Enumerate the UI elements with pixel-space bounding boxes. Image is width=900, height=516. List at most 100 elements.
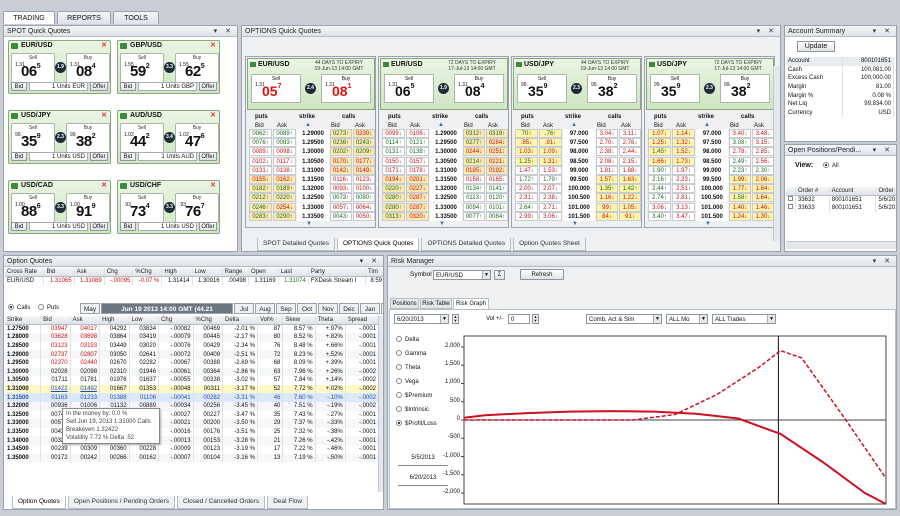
date-spinner[interactable]: ▲ ▼ — [452, 314, 459, 324]
greek-radio[interactable]: Delta — [396, 336, 419, 343]
quote-cell[interactable]: 0251↓ — [486, 147, 508, 157]
option-chain-row[interactable]: 1.30500 01711 01781 01976 01637 -.00055 00338-… — [5, 376, 380, 385]
chain-col-header[interactable]: Bid — [40, 316, 71, 326]
quote-cell[interactable]: 0050↓ — [353, 211, 375, 221]
quote-cell[interactable]: 0134↑ — [463, 184, 485, 194]
quote-cell[interactable]: 0189↑ — [273, 184, 296, 194]
buy-quote[interactable]: Buy .93 767 — [175, 193, 219, 223]
quote-cell[interactable]: 0155↓ — [249, 174, 272, 184]
quote-cell[interactable]: 2.70↓ — [596, 138, 618, 148]
panel-controls[interactable]: ▾ ✕ — [873, 256, 893, 267]
arrow-down-icon[interactable]: ▼ — [572, 221, 578, 227]
quote-cell[interactable]: 0214↑ — [463, 156, 485, 166]
quote-cell[interactable]: 2.44↑ — [648, 184, 671, 194]
quote-cell[interactable]: 1.16↓ — [596, 193, 618, 203]
quote-cell[interactable]: 70↑ — [515, 129, 538, 138]
quote-cell[interactable]: 0178↓ — [406, 165, 429, 175]
quote-cell[interactable]: 0287↓ — [406, 193, 429, 203]
chain-col-header[interactable]: %Chg — [193, 316, 224, 326]
close-icon[interactable]: ✕ — [101, 181, 107, 191]
quote-cell[interactable]: 2.56↓ — [752, 156, 774, 166]
checkbox[interactable] — [788, 204, 793, 210]
quote-cell[interactable]: 2.31↓ — [515, 193, 538, 203]
tab-open-positions[interactable]: Open Positions / Pending Orders — [67, 496, 175, 509]
quote-cell[interactable]: 1.57↓ — [596, 174, 618, 184]
quote-cell[interactable]: 0171↓ — [382, 165, 405, 175]
sell-quote[interactable]: Sell 1.31 065 — [11, 53, 55, 83]
quote-cell[interactable]: 1.58↑ — [729, 193, 751, 203]
sell-quote[interactable]: Sell 99. 359 — [650, 74, 700, 103]
chain-col-header[interactable]: High — [99, 316, 130, 326]
quote-cell[interactable]: 2.44↓ — [619, 147, 641, 157]
quote-cell[interactable]: 2.08↓ — [596, 156, 618, 166]
quote-cell[interactable]: 0192↓ — [486, 165, 508, 175]
quote-cell[interactable]: 3.40↑ — [648, 211, 671, 221]
option-chain-row[interactable]: 1.29500 02370 02440 02670 02282 -.00067 00388-… — [5, 358, 380, 368]
update-button[interactable]: Update — [797, 41, 835, 52]
quote-cell[interactable]: .85↓ — [515, 138, 538, 148]
quote-cell[interactable]: 0089↓ — [249, 147, 272, 157]
option-chain-row[interactable]: 1.28500 03123 03193 03449 03020 -.00076 00429-… — [5, 341, 380, 351]
vol-spinner[interactable]: ▲ ▼ — [532, 314, 539, 324]
quote-cell[interactable]: 3.15↓ — [752, 138, 774, 148]
quote-cell[interactable]: 1.14↓ — [672, 129, 695, 138]
tab-option-quotes-sheet[interactable]: Option Quotes Sheet — [513, 238, 586, 251]
arrow-down-icon[interactable]: ▼ — [439, 221, 445, 227]
quote-cell[interactable]: 0043↑ — [330, 211, 352, 221]
sell-quote[interactable]: Sell 1.00 886 — [11, 193, 55, 223]
quote-cell[interactable]: 0114↑ — [382, 138, 405, 148]
quote-cell[interactable]: 2.81↓ — [672, 193, 695, 203]
quote-cell[interactable]: 0094↑ — [463, 202, 485, 212]
expiry-month-tab[interactable]: Aug — [255, 303, 275, 314]
chain-col-header[interactable]: Theta — [315, 316, 346, 326]
chain-col-header[interactable]: Delta — [222, 316, 258, 326]
offer-button[interactable]: Offer — [199, 222, 217, 231]
quote-cell[interactable]: 1.46↓ — [752, 202, 774, 212]
view-all-radio[interactable]: All — [823, 162, 839, 169]
chain-col-header[interactable]: Spread — [345, 316, 380, 326]
tab-closed-orders[interactable]: Closed / Cancelled Orders — [176, 496, 266, 509]
quote-cell[interactable]: 0194↓ — [382, 174, 405, 184]
quote-cell[interactable]: 0141↑ — [486, 184, 508, 194]
quote-cell[interactable]: 0101↑ — [486, 202, 508, 212]
quote-cell[interactable]: 0117↓ — [273, 156, 296, 166]
quote-cell[interactable]: 99↓ — [596, 202, 618, 212]
greek-radio[interactable]: $Intrinsic — [396, 406, 429, 413]
tab-option-quotes[interactable]: Option Quotes — [12, 496, 66, 509]
quote-cell[interactable]: .91↓ — [539, 138, 562, 148]
quote-cell[interactable]: 0244↓ — [463, 147, 485, 157]
quote-cell[interactable]: 0212↑ — [249, 193, 272, 203]
quote-cell[interactable]: 3.40↓ — [729, 129, 751, 138]
quote-cell[interactable]: 1.24↓ — [729, 211, 751, 221]
sell-quote[interactable]: Sell 1.31 065 — [384, 74, 434, 103]
option-chain-row[interactable]: 1.34500 00239 00309 00360 00228 -.00009 00123-… — [5, 444, 380, 454]
tab-tools[interactable]: TOOLS — [113, 11, 159, 24]
quote-cell[interactable]: 0202↑ — [330, 147, 352, 157]
arrow-down-icon[interactable]: ▼ — [306, 221, 312, 227]
quote-cell[interactable]: 1.30↓ — [752, 211, 774, 221]
radio-button[interactable] — [396, 364, 402, 370]
sell-quote[interactable]: Sell 99. 359 — [11, 123, 55, 153]
quote-cell[interactable]: 2.00↓ — [515, 184, 538, 194]
quote-cell[interactable]: 0157↓ — [406, 156, 429, 166]
quote-cell[interactable]: 2.49↑ — [729, 156, 751, 166]
quote-cell[interactable]: 0106↓ — [406, 129, 429, 138]
option-chain-row[interactable]: 1.31000 01422 01492 01667 01353 -.00048 00311-… — [5, 384, 380, 394]
quote-cell[interactable]: 3.04↓ — [596, 129, 618, 138]
date-select[interactable]: 6/20/2013 ▼ — [394, 314, 449, 324]
refresh-button[interactable]: Refresh — [520, 269, 564, 280]
expiry-month-tab[interactable]: Jun 19 2013 14:00 GMT (44.21 — [101, 303, 233, 314]
quote-cell[interactable]: 0149↓ — [353, 165, 375, 175]
close-icon[interactable]: ✕ — [210, 181, 216, 191]
sell-quote[interactable]: Sell 1.31 057 — [251, 74, 301, 103]
option-chain-row[interactable]: 1.35000 00172 00242 00266 00162 -.00007 00104-… — [5, 453, 380, 463]
quote-cell[interactable]: 0064↓ — [353, 202, 375, 212]
quote-cell[interactable]: 1.09↓ — [539, 147, 562, 157]
quote-cell[interactable]: 3.06↓ — [539, 211, 562, 221]
quote-cell[interactable]: 2.23↓ — [672, 174, 695, 184]
quote-cell[interactable]: 1.79↑ — [539, 174, 562, 184]
tab-trading[interactable]: TRADING — [3, 11, 55, 24]
units-input[interactable]: 1 Units EUR — [29, 82, 88, 91]
chain-col-header[interactable]: Chg — [158, 316, 194, 326]
chain-col-header[interactable]: Strike — [5, 316, 42, 326]
